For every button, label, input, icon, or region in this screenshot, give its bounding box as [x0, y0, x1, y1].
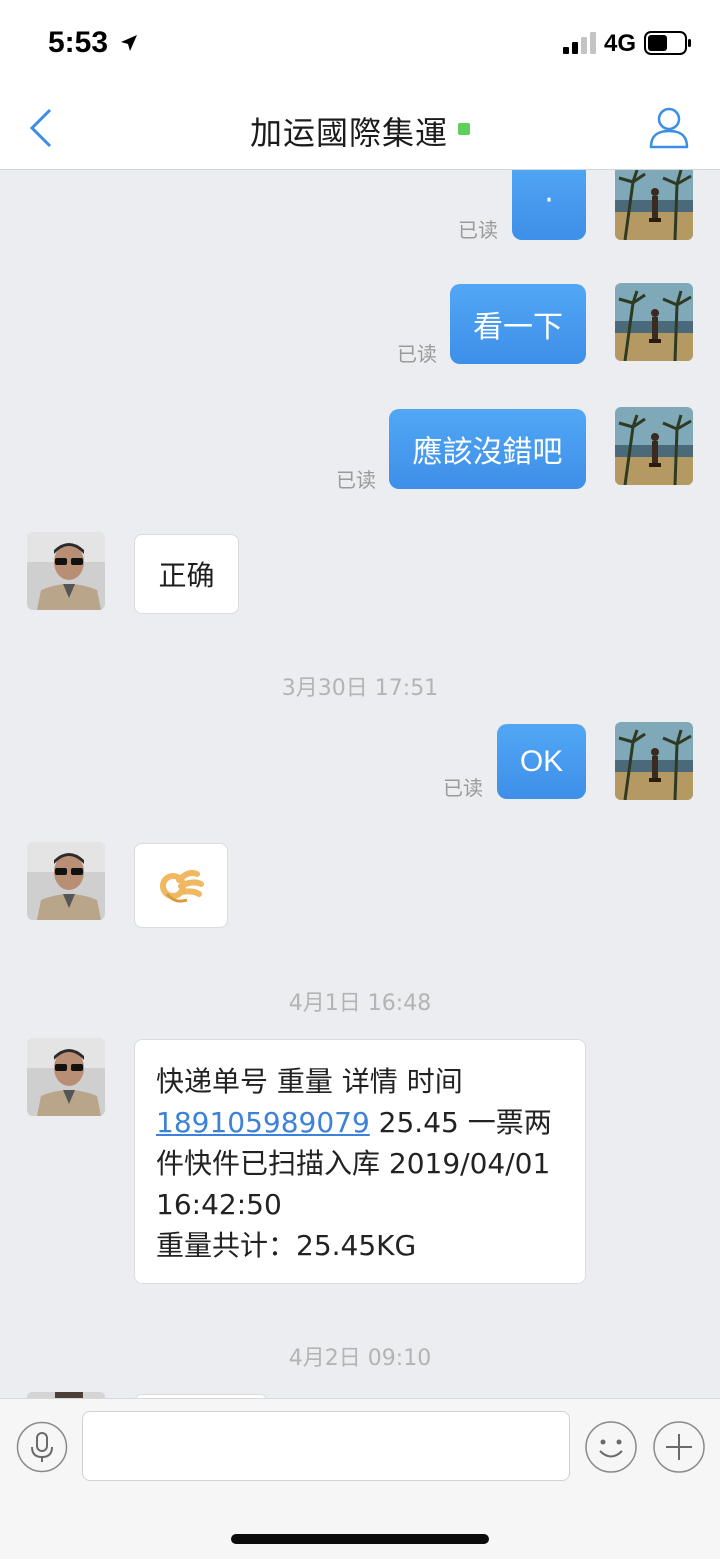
status-bar: 5:53 4G: [0, 0, 720, 88]
message-line-rest: 25.45 一票两: [369, 1106, 552, 1139]
network-type: 4G: [604, 30, 637, 57]
battery-icon: [644, 31, 691, 55]
microphone-icon[interactable]: [16, 1421, 68, 1473]
message-input[interactable]: [82, 1411, 570, 1481]
ok-hand-icon: [160, 869, 204, 903]
message-incoming: 快递单号 重量 详情 时间 189105989079 25.45 一票两 件快件…: [0, 1036, 720, 1286]
message-incoming: 正确: [0, 530, 720, 620]
status-time: 5:53: [48, 26, 109, 59]
tracking-number-link[interactable]: 189105989079: [156, 1106, 370, 1139]
message-timestamp: 3月30日 17:51: [281, 676, 439, 701]
chat-title: 加运國際集運: [0, 108, 720, 154]
message-line: 189105989079 25.45 一票两: [156, 1102, 576, 1143]
message-outgoing: 已读 看一下: [0, 280, 720, 370]
message-bubble[interactable]: 看一下: [450, 284, 586, 364]
message-incoming: [0, 840, 720, 940]
read-status: 已读: [458, 218, 498, 242]
read-status: 已读: [336, 468, 376, 492]
message-bubble[interactable]: ·: [512, 170, 586, 240]
message-text: 正确: [158, 559, 215, 592]
contact-avatar[interactable]: [27, 842, 105, 920]
message-input-bar: [0, 1398, 720, 1494]
message-text: 應該沒錯吧: [412, 435, 563, 470]
message-text: OK: [519, 744, 564, 778]
message-bubble[interactable]: [134, 843, 228, 928]
online-status-dot: [458, 123, 470, 135]
message-outgoing: 已读 ·: [0, 170, 720, 250]
my-avatar[interactable]: [615, 407, 693, 485]
message-line: 重量共计：25.45KG: [156, 1229, 417, 1262]
navigation-bar: 加运國際集運: [0, 88, 720, 170]
emoji-icon[interactable]: [584, 1420, 638, 1474]
signal-icon: [563, 32, 596, 54]
message-timestamp: 4月1日 16:48: [288, 991, 432, 1016]
my-avatar[interactable]: [615, 283, 693, 361]
read-status: 已读: [397, 342, 437, 366]
message-text-block: 快递单号 重量 详情 时间 189105989079 25.45 一票两 件快件…: [156, 1061, 576, 1266]
my-avatar[interactable]: [615, 722, 693, 800]
contact-avatar[interactable]: [27, 1038, 105, 1116]
home-indicator[interactable]: [231, 1534, 489, 1544]
profile-icon[interactable]: [648, 104, 690, 150]
message-bubble[interactable]: OK: [497, 724, 586, 799]
message-line: 16:42:50: [156, 1188, 282, 1221]
contact-avatar[interactable]: [27, 532, 105, 610]
message-text: 看一下: [473, 310, 563, 345]
message-line: 件快件已扫描入库 2019/04/01: [156, 1147, 551, 1180]
message-text: ·: [544, 182, 554, 218]
message-timestamp: 4月2日 09:10: [288, 1346, 432, 1371]
message-bubble[interactable]: 正确: [134, 534, 239, 614]
my-avatar[interactable]: [615, 170, 693, 240]
chat-message-list[interactable]: 已读 · 已读 看一下 已读 應該沒錯吧 正确 3月30日 17:51 已读 O…: [0, 170, 720, 1398]
message-bubble[interactable]: 應該沒錯吧: [389, 409, 586, 489]
message-line: 快递单号 重量 详情 时间: [156, 1065, 463, 1098]
message-outgoing: 已读 應該沒錯吧: [0, 402, 720, 492]
home-area: [0, 1494, 720, 1559]
message-outgoing: 已读 OK: [0, 720, 720, 810]
chat-title-text: 加运國際集運: [249, 114, 448, 152]
read-status: 已读: [443, 776, 483, 800]
location-arrow-icon: [121, 35, 137, 51]
plus-icon[interactable]: [652, 1420, 706, 1474]
